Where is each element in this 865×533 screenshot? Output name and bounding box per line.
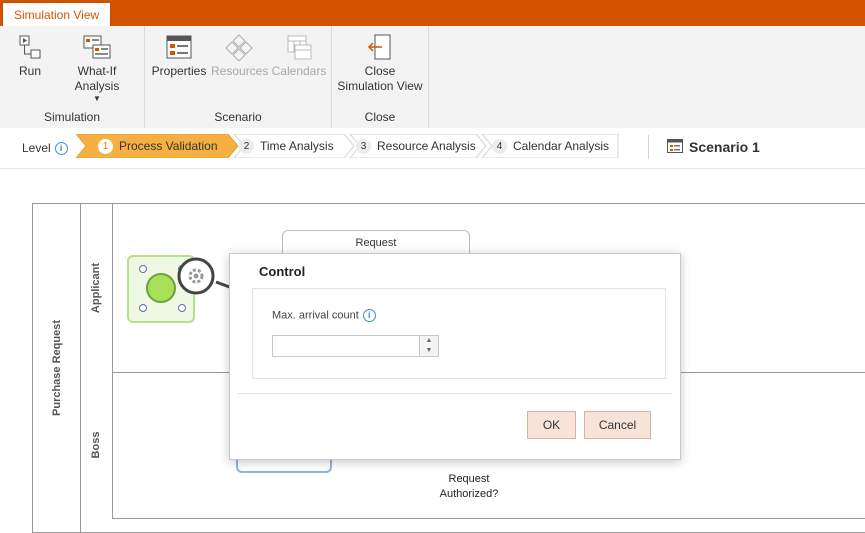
lane-label-boss: Boss	[90, 431, 102, 459]
level-step-process-validation[interactable]: 1 Process Validation	[98, 134, 218, 158]
cancel-button[interactable]: Cancel	[584, 411, 651, 439]
what-if-analysis-button[interactable]: What-If Analysis ▼	[54, 30, 140, 104]
scenario-icon	[667, 136, 683, 160]
tab-simulation-view[interactable]: Simulation View	[2, 2, 112, 26]
level-label: Level i	[22, 141, 68, 156]
lane-header-applicant[interactable]: Applicant	[80, 204, 113, 372]
dialog-separator	[238, 393, 672, 394]
dialog-title: Control	[259, 264, 306, 279]
tab-bar: Simulation View	[0, 0, 865, 26]
level-bar: Level i 1 Process Validation 2 Time Analysi…	[0, 128, 865, 169]
resize-handle[interactable]	[139, 265, 147, 273]
level-step-time-analysis[interactable]: 2 Time Analysis	[239, 134, 334, 158]
what-if-analysis-icon	[81, 30, 113, 64]
properties-button[interactable]: Properties	[151, 30, 207, 79]
ribbon-group-label-simulation: Simulation	[43, 110, 101, 124]
close-simulation-view-label: Close Simulation View	[337, 64, 423, 93]
properties-icon	[163, 30, 195, 64]
calendars-icon	[283, 30, 315, 64]
level-step-resource-analysis[interactable]: 3 Resource Analysis	[356, 134, 476, 158]
exit-icon	[364, 30, 396, 64]
lane-header-boss[interactable]: Boss	[80, 372, 113, 518]
ribbon: Run What-If Analysis ▼ Simulation Proper…	[0, 26, 865, 129]
close-simulation-view-button[interactable]: Close Simulation View	[336, 30, 424, 94]
ribbon-group-label-close: Close	[364, 110, 396, 124]
request-task-label: Request	[355, 237, 397, 249]
lane-divider	[112, 518, 865, 519]
info-icon[interactable]: i	[362, 309, 376, 322]
lane-label-applicant: Applicant	[90, 262, 102, 314]
max-arrival-count-input[interactable]	[273, 336, 419, 356]
scenario-title: Scenario 1	[648, 135, 760, 159]
resources-icon	[223, 30, 255, 64]
what-if-analysis-label: What-If Analysis	[74, 64, 120, 93]
spin-down-icon[interactable]: ▼	[420, 346, 438, 356]
step-number: 4	[492, 139, 507, 155]
pool-label: Purchase Request	[50, 320, 63, 416]
control-dialog: Control Max. arrival count i ▲ ▼ OK Cance…	[229, 253, 681, 460]
pool-header[interactable]: Purchase Request	[33, 204, 81, 532]
calendars-button[interactable]: Calendars	[271, 30, 327, 79]
chevron-down-icon: ▼	[93, 94, 101, 103]
run-label: Run	[18, 64, 41, 78]
run-icon	[14, 30, 46, 64]
start-event[interactable]	[146, 273, 176, 303]
resize-handle[interactable]	[139, 304, 147, 312]
info-icon[interactable]: i	[54, 142, 68, 156]
step-number: 2	[239, 139, 254, 155]
ribbon-group-simulation: Run What-If Analysis ▼ Simulation	[0, 26, 145, 128]
resources-label: Resources	[211, 64, 269, 78]
ok-button[interactable]: OK	[527, 411, 576, 439]
properties-label: Properties	[151, 64, 207, 78]
run-button[interactable]: Run	[12, 30, 48, 79]
step-number: 1	[98, 139, 113, 155]
dialog-body: Max. arrival count i ▲ ▼	[252, 288, 666, 379]
max-arrival-count-stepper[interactable]: ▲ ▼	[272, 335, 439, 357]
resources-button[interactable]: Resources	[211, 30, 269, 79]
level-step-calendar-analysis[interactable]: 4 Calendar Analysis	[492, 134, 609, 158]
ribbon-group-close: Close Simulation View Close	[332, 26, 429, 128]
max-arrival-count-label: Max. arrival count i	[272, 309, 376, 322]
calendars-label: Calendars	[271, 64, 327, 78]
ribbon-group-scenario: Properties Resources Calendars Scenario	[145, 26, 332, 128]
spin-up-icon[interactable]: ▲	[420, 336, 438, 346]
ribbon-group-label-scenario: Scenario	[214, 110, 262, 124]
gateway-label: Request Authorized?	[439, 473, 499, 500]
spinner[interactable]: ▲ ▼	[419, 336, 438, 356]
step-number: 3	[356, 139, 371, 155]
